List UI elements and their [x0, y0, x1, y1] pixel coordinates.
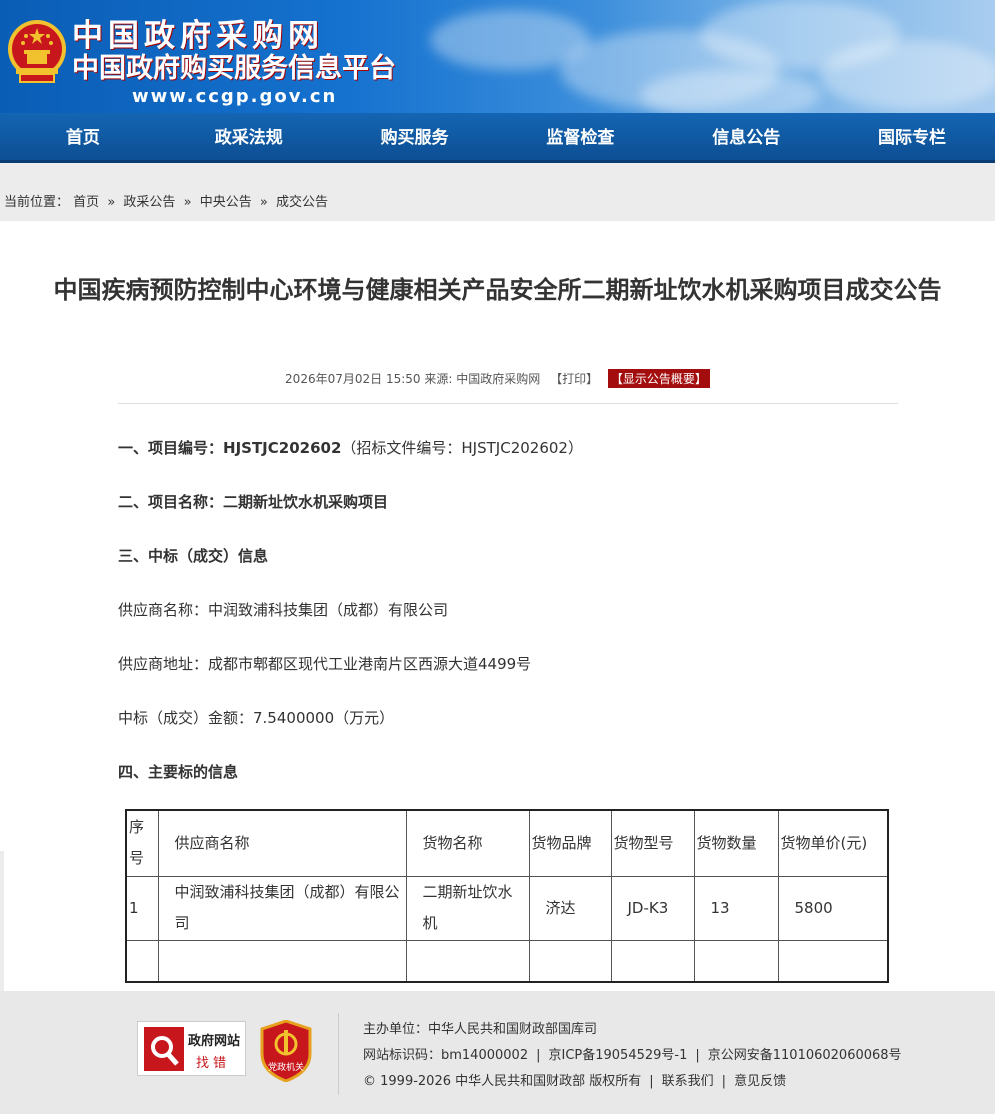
section-heading: 三、中标（成交）信息: [118, 547, 269, 565]
copyright: © 1999-2026 中华人民共和国财政部 版权所有: [363, 1074, 642, 1089]
publish-date: 2026年07月02日 15:50: [285, 372, 421, 386]
supplier-address: 供应商地址：成都市郫都区现代工业港南片区西源大道4499号: [118, 655, 532, 673]
source-label: 来源:: [424, 372, 453, 386]
tender-number: （招标文件编号：HJSTJC202602）: [341, 439, 583, 457]
nav-international[interactable]: 国际专栏: [829, 113, 995, 160]
article-meta: 2026年07月02日 15:50 来源: 中国政府采购网 【打印】 【显示公告…: [0, 369, 995, 388]
page-footer: 政府网站 找错 党政机关 主办单位：中华人民共和国财政部国库司 网站标识码：bm…: [0, 991, 995, 1114]
breadcrumb-home[interactable]: 首页: [73, 195, 99, 210]
badge-text-line2: 找错: [196, 1056, 231, 1071]
party-govt-organ-badge[interactable]: 党政机关: [260, 1019, 312, 1083]
table-cell: 济达: [528, 875, 612, 941]
site-url: www.ccgp.gov.cn: [132, 86, 338, 107]
breadcrumb-label: 当前位置：: [4, 195, 70, 210]
project-name-line: 二、项目名称：二期新址饮水机采购项目: [118, 491, 388, 512]
gov-site-error-report-badge[interactable]: 政府网站 找错: [137, 1021, 246, 1076]
police-record-link[interactable]: 京公网安备11010602060068号: [708, 1048, 902, 1063]
nav-supervision[interactable]: 监督检查: [497, 113, 663, 160]
page-title: 中国疾病预防控制中心环境与健康相关产品安全所二期新址饮水机采购项目成交公告: [53, 276, 942, 304]
table-cell: 5800: [777, 875, 889, 941]
footer-info: 主办单位：中华人民共和国财政部国库司 网站标识码：bm14000002 | 京ICP…: [363, 1017, 902, 1095]
project-number: HJSTJC202602: [223, 439, 342, 457]
breadcrumb-separator: »: [183, 195, 192, 210]
site-banner: 中国政府采购网 中国政府购买服务信息平台 www.ccgp.gov.cn: [0, 0, 995, 113]
nav-purchase-services[interactable]: 购买服务: [332, 113, 498, 160]
badge-text-line1: 政府网站: [188, 1034, 241, 1049]
main-nav: 首页 政采法规 购买服务 监督检查 信息公告 国际专栏: [0, 113, 995, 163]
table-cell: 中润致浦科技集团（成都）有限公司: [157, 875, 407, 941]
project-name-label: 二、项目名称：: [118, 493, 224, 511]
table-header-cell: 供应商名称: [157, 809, 407, 877]
site-title-line2: 中国政府购买服务信息平台: [72, 53, 396, 84]
feedback-link[interactable]: 意见反馈: [734, 1074, 786, 1089]
table-cell: 二期新址饮水机: [405, 875, 530, 941]
table-cell: [405, 939, 530, 983]
nav-announcements[interactable]: 信息公告: [663, 113, 829, 160]
site-title-line1: 中国政府采购网: [72, 18, 324, 54]
table-row: [125, 939, 889, 983]
site-title: 中国政府采购网 中国政府购买服务信息平台 www.ccgp.gov.cn: [72, 18, 396, 110]
table-cell: [610, 939, 695, 983]
magnifier-icon: [144, 1027, 184, 1071]
badge2-label: 党政机关: [267, 1063, 304, 1073]
divider: [118, 403, 898, 404]
site-id: 网站标识码：bm14000002: [363, 1048, 529, 1063]
nav-home[interactable]: 首页: [0, 113, 166, 160]
print-link[interactable]: 【打印】: [550, 372, 598, 386]
table-cell: JD-K3: [610, 875, 695, 941]
sponsor-line: 主办单位：中华人民共和国财政部国库司: [363, 1022, 598, 1037]
project-number-label: 一、项目编号：: [118, 439, 224, 457]
breadcrumb-deal[interactable]: 成交公告: [276, 195, 328, 210]
breadcrumb-separator: »: [107, 195, 116, 210]
table-header-cell: 货物型号: [610, 809, 695, 877]
show-summary-button[interactable]: 【显示公告概要】: [607, 369, 710, 388]
registration-line: 网站标识码：bm14000002 | 京ICP备19054529号-1 | 京公网安备1…: [363, 1048, 902, 1063]
supplier-name: 供应商名称：中润致浦科技集团（成都）有限公司: [118, 601, 449, 619]
table-header-cell: 货物数量: [693, 809, 779, 877]
table-cell: [125, 939, 159, 983]
table-row: 1 中润致浦科技集团（成都）有限公司 二期新址饮水机 济达 JD-K3 13 5…: [125, 875, 889, 941]
table-cell: [693, 939, 779, 983]
breadcrumb-central[interactable]: 中央公告: [200, 195, 252, 210]
breadcrumb-separator: »: [259, 195, 268, 210]
source: 中国政府采购网: [456, 372, 541, 386]
table-header-cell: 货物单价(元): [777, 809, 889, 877]
table-cell: [528, 939, 612, 983]
contact-link[interactable]: 联系我们: [662, 1074, 714, 1089]
table-cell: [777, 939, 889, 983]
section-heading: 四、主要标的信息: [118, 763, 239, 781]
article-content: 中国疾病预防控制中心环境与健康相关产品安全所二期新址饮水机采购项目成交公告 20…: [0, 221, 995, 991]
divider: [338, 1013, 339, 1095]
table-header-row: 序号 供应商名称 货物名称 货物品牌 货物型号 货物数量 货物单价(元): [125, 809, 889, 877]
copyright-line: © 1999-2026 中华人民共和国财政部 版权所有 | 联系我们 | 意见反馈: [363, 1074, 787, 1089]
table-cell: 1: [125, 875, 159, 941]
deal-amount: 中标（成交）金额：7.5400000（万元）: [118, 709, 395, 727]
icp-link[interactable]: 京ICP备19054529号-1: [548, 1048, 687, 1063]
table-header-cell: 货物品牌: [528, 809, 612, 877]
goods-table: 序号 供应商名称 货物名称 货物品牌 货物型号 货物数量 货物单价(元) 1 中…: [125, 809, 889, 983]
breadcrumb: 当前位置： 首页 » 政采公告 » 中央公告 » 成交公告: [0, 163, 995, 221]
breadcrumb-procurement[interactable]: 政采公告: [123, 195, 175, 210]
national-emblem-icon: [8, 20, 66, 83]
nav-regulations[interactable]: 政采法规: [166, 113, 332, 160]
table-cell: 13: [693, 875, 779, 941]
project-number-line: 一、项目编号：HJSTJC202602（招标文件编号：HJSTJC202602）: [118, 437, 583, 458]
table-header-cell: 货物名称: [405, 809, 530, 877]
table-cell: [157, 939, 407, 983]
project-name: 二期新址饮水机采购项目: [223, 493, 389, 511]
table-header-cell: 序号: [125, 809, 159, 877]
